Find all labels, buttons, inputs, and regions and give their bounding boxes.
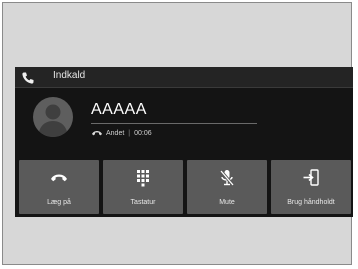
mute-label: Mute (219, 199, 235, 206)
mute-button[interactable]: Mute (187, 160, 267, 214)
hang-up-icon (51, 174, 67, 182)
phone-icon (22, 72, 34, 84)
keypad-icon (137, 170, 149, 187)
avatar-silhouette-icon (38, 104, 68, 137)
header-bar: Indkald (15, 67, 353, 88)
caller-name: AAAAA (91, 101, 147, 118)
avatar (33, 97, 73, 137)
display-frame: Indkald AAAAA Andet | 00:06 Læg på Tasta… (2, 2, 353, 265)
mute-mic-icon (219, 170, 235, 186)
use-handset-button[interactable]: Brug håndholdt (271, 160, 351, 214)
separator: | (128, 129, 131, 137)
hang-up-label: Læg på (47, 199, 71, 206)
keypad-label: Tastatur (130, 199, 156, 206)
header-title: Indkald (53, 70, 86, 81)
call-duration: 00:06 (134, 129, 152, 137)
phone-screen: Indkald AAAAA Andet | 00:06 Læg på Tasta… (15, 67, 353, 217)
call-type: Andet (106, 129, 125, 137)
divider (91, 123, 257, 124)
call-info: Andet | 00:06 (91, 129, 152, 137)
hang-up-button[interactable]: Læg på (19, 160, 99, 214)
use-handset-label: Brug håndholdt (287, 199, 335, 206)
handset-transfer-icon (303, 169, 319, 186)
keypad-button[interactable]: Tastatur (103, 160, 183, 214)
handset-icon (92, 131, 102, 136)
